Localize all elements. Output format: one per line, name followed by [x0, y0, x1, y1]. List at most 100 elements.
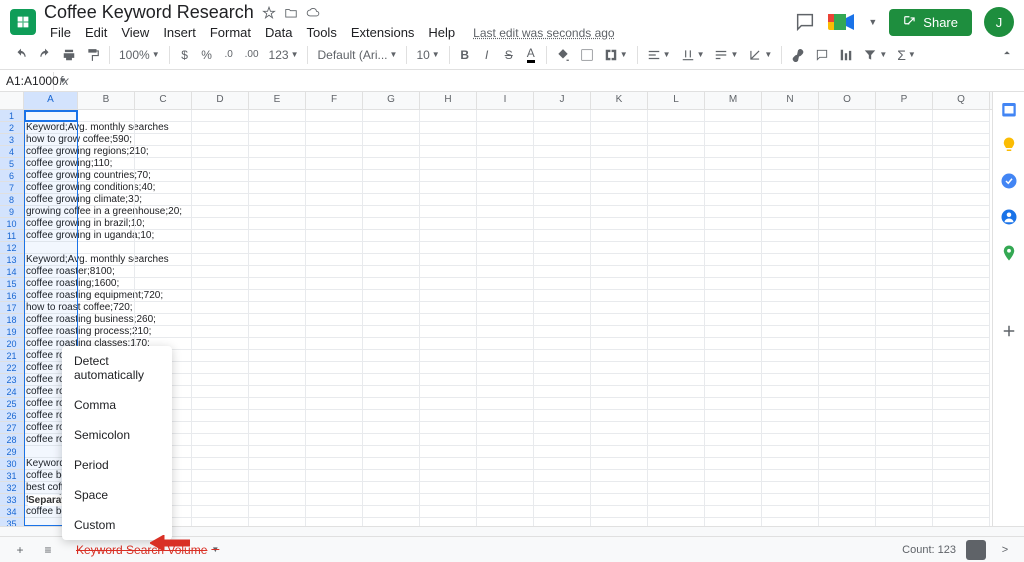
cell[interactable] [876, 446, 933, 458]
cell[interactable] [591, 350, 648, 362]
cell[interactable] [306, 278, 363, 290]
cell[interactable] [249, 242, 306, 254]
cell[interactable] [705, 422, 762, 434]
cell[interactable] [135, 254, 192, 266]
cell[interactable] [591, 434, 648, 446]
cell[interactable] [477, 254, 534, 266]
cell[interactable]: coffee roasting equipment;720; [24, 290, 78, 302]
cell[interactable] [648, 374, 705, 386]
cell[interactable] [78, 278, 135, 290]
cell[interactable] [78, 230, 135, 242]
cell[interactable] [249, 170, 306, 182]
cell[interactable] [420, 362, 477, 374]
cell[interactable] [648, 146, 705, 158]
row-header[interactable]: 19 [0, 326, 24, 338]
cell[interactable] [933, 122, 990, 134]
cell[interactable] [591, 182, 648, 194]
cell[interactable] [933, 230, 990, 242]
cell[interactable] [876, 422, 933, 434]
cell[interactable] [648, 302, 705, 314]
cell[interactable] [420, 374, 477, 386]
cell[interactable] [648, 470, 705, 482]
cell[interactable] [933, 326, 990, 338]
cell[interactable] [363, 518, 420, 526]
cell[interactable] [363, 290, 420, 302]
column-header[interactable]: Q [933, 92, 990, 109]
cell[interactable] [420, 122, 477, 134]
cell[interactable] [591, 446, 648, 458]
cell[interactable] [477, 194, 534, 206]
cell[interactable] [477, 302, 534, 314]
cell[interactable] [192, 146, 249, 158]
cell[interactable] [249, 506, 306, 518]
cell[interactable] [420, 242, 477, 254]
cell[interactable] [477, 434, 534, 446]
cell[interactable] [933, 506, 990, 518]
cell[interactable] [762, 146, 819, 158]
separator-option[interactable]: Space [62, 480, 172, 510]
cell[interactable] [249, 266, 306, 278]
cell[interactable] [933, 242, 990, 254]
cell[interactable] [420, 470, 477, 482]
cell[interactable] [192, 506, 249, 518]
cell[interactable] [249, 326, 306, 338]
cell[interactable] [819, 386, 876, 398]
cell[interactable] [648, 338, 705, 350]
cell[interactable] [648, 134, 705, 146]
cell[interactable] [705, 506, 762, 518]
borders-button[interactable] [576, 45, 598, 65]
cell[interactable] [705, 386, 762, 398]
column-header[interactable]: C [135, 92, 192, 109]
cell[interactable] [534, 242, 591, 254]
cell[interactable] [648, 290, 705, 302]
cell[interactable] [135, 266, 192, 278]
cell[interactable] [249, 230, 306, 242]
column-header[interactable]: G [363, 92, 420, 109]
cell[interactable] [192, 110, 249, 122]
column-header[interactable]: L [648, 92, 705, 109]
cell[interactable] [477, 398, 534, 410]
cell[interactable] [591, 290, 648, 302]
cell[interactable] [876, 254, 933, 266]
cell[interactable] [477, 374, 534, 386]
cell[interactable] [420, 482, 477, 494]
cell[interactable] [192, 422, 249, 434]
cell[interactable]: coffee growing countries;70; [24, 170, 78, 182]
cell[interactable] [933, 518, 990, 526]
cell[interactable] [762, 122, 819, 134]
cell[interactable] [591, 362, 648, 374]
cell[interactable] [591, 218, 648, 230]
row-header[interactable]: 3 [0, 134, 24, 146]
cell[interactable] [705, 518, 762, 526]
maps-addon-icon[interactable] [1000, 244, 1018, 262]
cell[interactable] [534, 254, 591, 266]
cell[interactable] [648, 398, 705, 410]
column-header[interactable]: A [24, 92, 78, 109]
cell[interactable] [78, 266, 135, 278]
row-header[interactable]: 9 [0, 206, 24, 218]
cell[interactable] [306, 314, 363, 326]
cell[interactable] [249, 146, 306, 158]
cell[interactable] [192, 398, 249, 410]
cell[interactable] [477, 266, 534, 278]
cell[interactable] [363, 470, 420, 482]
percent-format-button[interactable]: % [197, 44, 217, 66]
cell[interactable] [477, 206, 534, 218]
cell[interactable] [876, 146, 933, 158]
filter-button[interactable]: ▼ [859, 45, 891, 65]
cell[interactable] [876, 266, 933, 278]
cell[interactable] [420, 158, 477, 170]
cell[interactable] [819, 206, 876, 218]
cell[interactable] [933, 278, 990, 290]
cell[interactable] [420, 434, 477, 446]
cell[interactable] [135, 146, 192, 158]
vertical-align-button[interactable]: ▼ [677, 45, 709, 65]
cell[interactable] [876, 434, 933, 446]
cell[interactable] [933, 446, 990, 458]
cell[interactable] [363, 230, 420, 242]
cell[interactable] [249, 410, 306, 422]
cell[interactable] [876, 290, 933, 302]
cell[interactable] [705, 266, 762, 278]
column-header[interactable]: I [477, 92, 534, 109]
cell[interactable] [591, 422, 648, 434]
